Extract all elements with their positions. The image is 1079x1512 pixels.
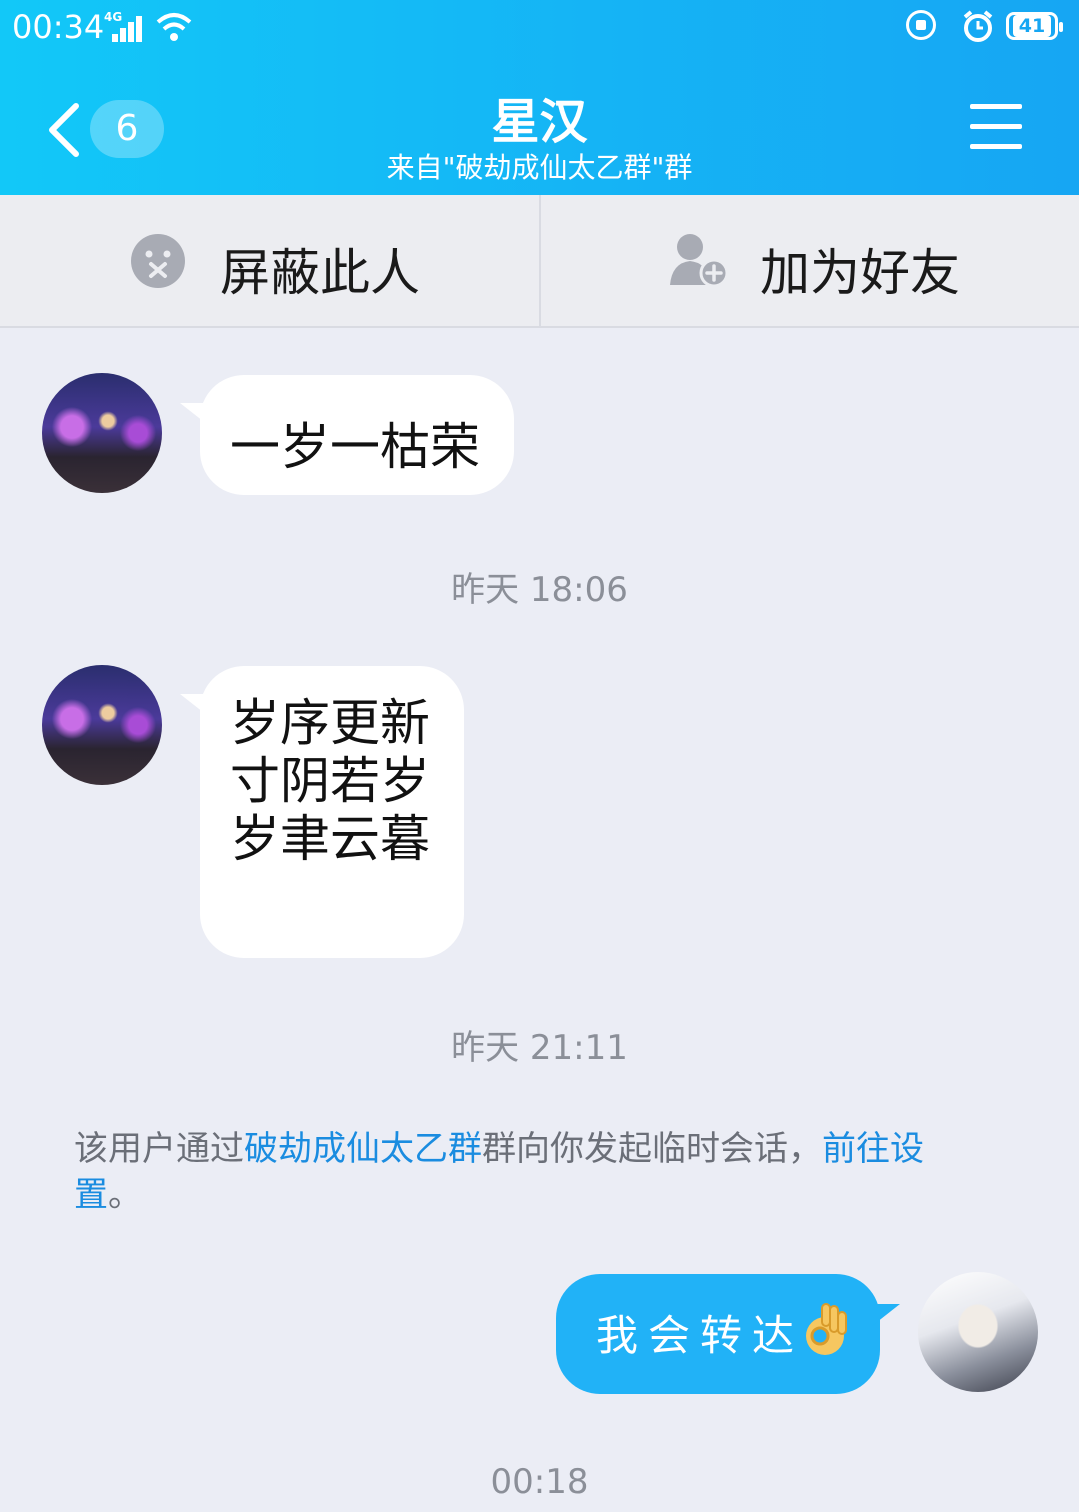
wifi-icon [156,13,192,41]
message-text-line: 岁聿云暮 [230,810,430,868]
contact-avatar[interactable] [42,373,162,493]
message-text: 一岁一枯荣 [230,418,480,476]
notice-text: 该用户通过 [74,1129,244,1169]
message-text: 我会转达 [596,1311,805,1360]
message-timestamp: 00:18 [490,1462,589,1502]
my-avatar[interactable] [918,1272,1038,1392]
block-user-button[interactable]: 屏蔽此人 [0,195,541,326]
battery-level: 41 [1013,15,1051,37]
action-bar: 屏蔽此人 加为好友 [0,195,1079,328]
contact-avatar[interactable] [42,665,162,785]
my-message-bubble[interactable]: 我会转达 [556,1274,900,1394]
message-text-line: 寸阴若岁 [230,752,430,810]
message-bubble[interactable]: 岁序更新 寸阴若岁 岁聿云暮 [180,666,464,958]
ok-hand-emoji-icon [806,1303,847,1355]
settings-link[interactable]: 前往设 [822,1129,924,1169]
status-time: 00:34 [12,8,105,46]
settings-link[interactable]: 置 [74,1175,108,1215]
add-friend-label: 加为好友 [760,244,960,302]
group-link[interactable]: 破劫成仙太乙群 [244,1129,482,1169]
signal-icon [108,14,146,42]
notice-text: 群向你发起临时会话， [482,1129,822,1169]
app-header: 00:34 4G 41 6 星汉 来自"破劫成仙太乙群"群 [0,0,1079,195]
block-user-label: 屏蔽此人 [220,244,420,302]
message-timestamp: 昨天 21:11 [451,1028,628,1068]
add-friend-button[interactable]: 加为好友 [540,195,1079,326]
notice-text: 。 [108,1175,142,1215]
message-timestamp: 昨天 18:06 [451,570,628,610]
block-face-icon [131,234,185,288]
battery-icon: 41 [1006,12,1063,40]
temp-session-notice: 该用户通过破劫成仙太乙群群向你发起临时会话，前往设置。 [74,1126,974,1218]
status-bar: 00:34 4G 41 [0,0,1079,56]
message-text-line: 岁序更新 [230,694,430,752]
chat-subtitle: 来自"破劫成仙太乙群"群 [386,151,693,184]
add-friend-icon [670,234,729,288]
chat-title: 星汉 [491,94,588,150]
message-bubble[interactable]: 一岁一枯荣 [180,375,514,495]
menu-button[interactable] [966,100,1028,156]
rotation-lock-icon [906,10,936,40]
alarm-icon [963,10,993,42]
